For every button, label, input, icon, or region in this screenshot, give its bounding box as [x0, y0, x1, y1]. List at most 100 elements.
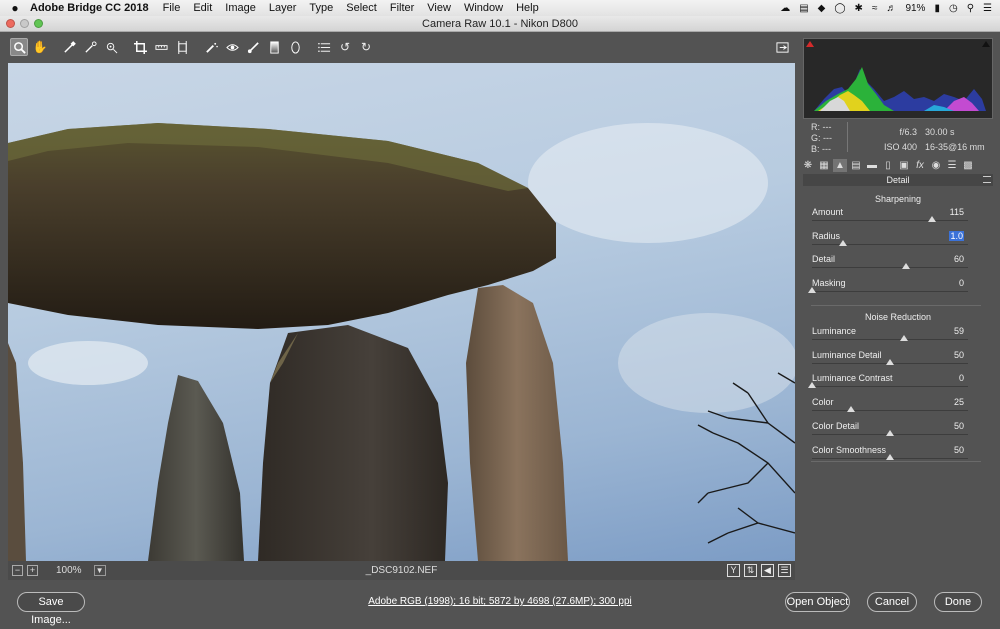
- menu-view[interactable]: View: [427, 2, 451, 14]
- hand-tool-icon[interactable]: ✋: [31, 38, 49, 56]
- menu-window[interactable]: Window: [464, 2, 503, 14]
- radial-filter-tool-icon[interactable]: [286, 38, 304, 56]
- slider-luminance-detail[interactable]: Luminance Detail 50: [812, 350, 984, 374]
- zoom-level[interactable]: 100%: [56, 565, 82, 576]
- slider-thumb[interactable]: [847, 406, 855, 413]
- slider-value-field[interactable]: 50: [954, 445, 964, 455]
- slider-value-field[interactable]: 0: [959, 373, 964, 383]
- menu-type[interactable]: Type: [309, 2, 333, 14]
- image-preview[interactable]: [8, 63, 795, 561]
- open-object-button[interactable]: Open Object: [785, 592, 850, 612]
- toggle-fullscreen-icon[interactable]: [773, 38, 791, 56]
- slider-amount[interactable]: Amount 115: [812, 207, 984, 231]
- graduated-filter-tool-icon[interactable]: [265, 38, 283, 56]
- panel-menu-icon[interactable]: [983, 176, 991, 183]
- zoom-out-button[interactable]: −: [12, 565, 23, 576]
- dropbox-icon[interactable]: ◆: [818, 3, 826, 14]
- done-button[interactable]: Done: [934, 592, 982, 612]
- slider-color[interactable]: Color 25: [812, 397, 984, 421]
- targeted-adjustment-tool-icon[interactable]: [102, 38, 120, 56]
- slider-thumb[interactable]: [839, 239, 848, 246]
- apple-menu-icon[interactable]: ●: [0, 1, 30, 15]
- zoom-tool-icon[interactable]: [10, 38, 28, 56]
- slider-track[interactable]: [812, 267, 968, 269]
- slider-value-field[interactable]: 59: [954, 326, 964, 336]
- slider-track[interactable]: [812, 339, 968, 340]
- app-menu[interactable]: Adobe Bridge CC 2018: [30, 2, 149, 14]
- slider-color-detail[interactable]: Color Detail 50: [812, 421, 984, 445]
- slider-track[interactable]: [812, 386, 968, 388]
- rotate-right-icon[interactable]: ↻: [357, 38, 375, 56]
- workflow-options-link[interactable]: Adobe RGB (1998); 16 bit; 5872 by 4698 (…: [0, 596, 1000, 607]
- slider-thumb[interactable]: [808, 287, 816, 294]
- red-eye-tool-icon[interactable]: [223, 38, 241, 56]
- slider-luminance-contrast[interactable]: Luminance Contrast 0: [808, 373, 984, 397]
- slider-value-field[interactable]: 60: [954, 254, 964, 264]
- shield-icon[interactable]: ◯: [834, 3, 845, 14]
- toggle-preview-icon[interactable]: ☰: [778, 564, 791, 577]
- menu-help[interactable]: Help: [516, 2, 539, 14]
- shadow-clipping-icon[interactable]: [806, 41, 814, 47]
- slider-track[interactable]: [812, 243, 968, 245]
- wifi-icon[interactable]: ≈: [872, 3, 878, 14]
- color-sampler-tool-icon[interactable]: [81, 38, 99, 56]
- transform-tool-icon[interactable]: [173, 38, 191, 56]
- zoom-dropdown-icon[interactable]: ▼: [93, 565, 106, 576]
- adjustment-brush-tool-icon[interactable]: [244, 38, 262, 56]
- creative-cloud-icon[interactable]: ☁: [780, 3, 790, 14]
- slider-thumb[interactable]: [808, 382, 816, 389]
- menu-edit[interactable]: Edit: [193, 2, 212, 14]
- slider-track[interactable]: [812, 291, 968, 293]
- tab-effects-icon[interactable]: fx: [913, 159, 927, 172]
- tab-transform-icon[interactable]: ▣: [897, 159, 911, 172]
- menu-file[interactable]: File: [163, 2, 181, 14]
- sync-icon[interactable]: ▤: [799, 3, 808, 14]
- slider-value-field[interactable]: 1.0: [949, 230, 964, 241]
- slider-value-field[interactable]: 50: [954, 350, 964, 360]
- slider-color-smoothness[interactable]: Color Smoothness 50: [812, 445, 984, 469]
- white-balance-tool-icon[interactable]: [60, 38, 78, 56]
- cancel-button[interactable]: Cancel: [867, 592, 917, 612]
- slider-value-field[interactable]: 50: [954, 421, 964, 431]
- slider-radius[interactable]: Radius 1.0: [812, 230, 984, 255]
- menu-image[interactable]: Image: [225, 2, 256, 14]
- tab-camera-calibration-icon[interactable]: ◉: [929, 159, 943, 172]
- menu-layer[interactable]: Layer: [269, 2, 297, 14]
- slider-luminance[interactable]: Luminance 59: [812, 326, 984, 350]
- slider-value-field[interactable]: 115: [950, 207, 964, 217]
- spot-removal-tool-icon[interactable]: [202, 38, 220, 56]
- before-after-icon[interactable]: Y: [727, 564, 740, 577]
- zoom-window-button[interactable]: [34, 19, 43, 28]
- menu-select[interactable]: Select: [346, 2, 377, 14]
- copy-settings-icon[interactable]: ◀: [761, 564, 774, 577]
- tab-hsl-icon[interactable]: ▤: [849, 159, 863, 172]
- preferences-list-icon[interactable]: [315, 38, 333, 56]
- zoom-in-button[interactable]: +: [27, 565, 38, 576]
- straighten-tool-icon[interactable]: [152, 38, 170, 56]
- swap-settings-icon[interactable]: ⇅: [744, 564, 757, 577]
- volume-icon[interactable]: ♬: [886, 3, 896, 14]
- slider-thumb[interactable]: [901, 263, 910, 270]
- highlight-clipping-icon[interactable]: [982, 41, 990, 47]
- tab-split-toning-icon[interactable]: ▬: [865, 159, 879, 172]
- menu-filter[interactable]: Filter: [390, 2, 414, 14]
- slider-detail[interactable]: Detail 60: [812, 254, 984, 278]
- slider-masking[interactable]: Masking 0: [808, 278, 984, 302]
- spotlight-icon[interactable]: ⚲: [967, 3, 974, 14]
- clock-icon[interactable]: ◷: [949, 3, 958, 14]
- bluetooth-icon[interactable]: ✱: [855, 3, 863, 14]
- rotate-left-icon[interactable]: ↺: [336, 38, 354, 56]
- close-window-button[interactable]: [6, 19, 15, 28]
- crop-tool-icon[interactable]: [131, 38, 149, 56]
- tab-tone-curve-icon[interactable]: ▦: [817, 159, 831, 172]
- slider-track[interactable]: [812, 220, 968, 221]
- slider-thumb[interactable]: [900, 335, 909, 341]
- slider-value-field[interactable]: 25: [954, 397, 964, 407]
- slider-thumb[interactable]: [886, 453, 894, 460]
- tab-basic-icon[interactable]: ❋: [801, 159, 815, 172]
- notification-icon[interactable]: ☰: [983, 3, 992, 14]
- slider-thumb[interactable]: [928, 216, 937, 222]
- slider-thumb[interactable]: [886, 429, 894, 436]
- tab-detail-icon[interactable]: ▲: [833, 159, 847, 172]
- tab-lens-corrections-icon[interactable]: ▯: [881, 159, 895, 172]
